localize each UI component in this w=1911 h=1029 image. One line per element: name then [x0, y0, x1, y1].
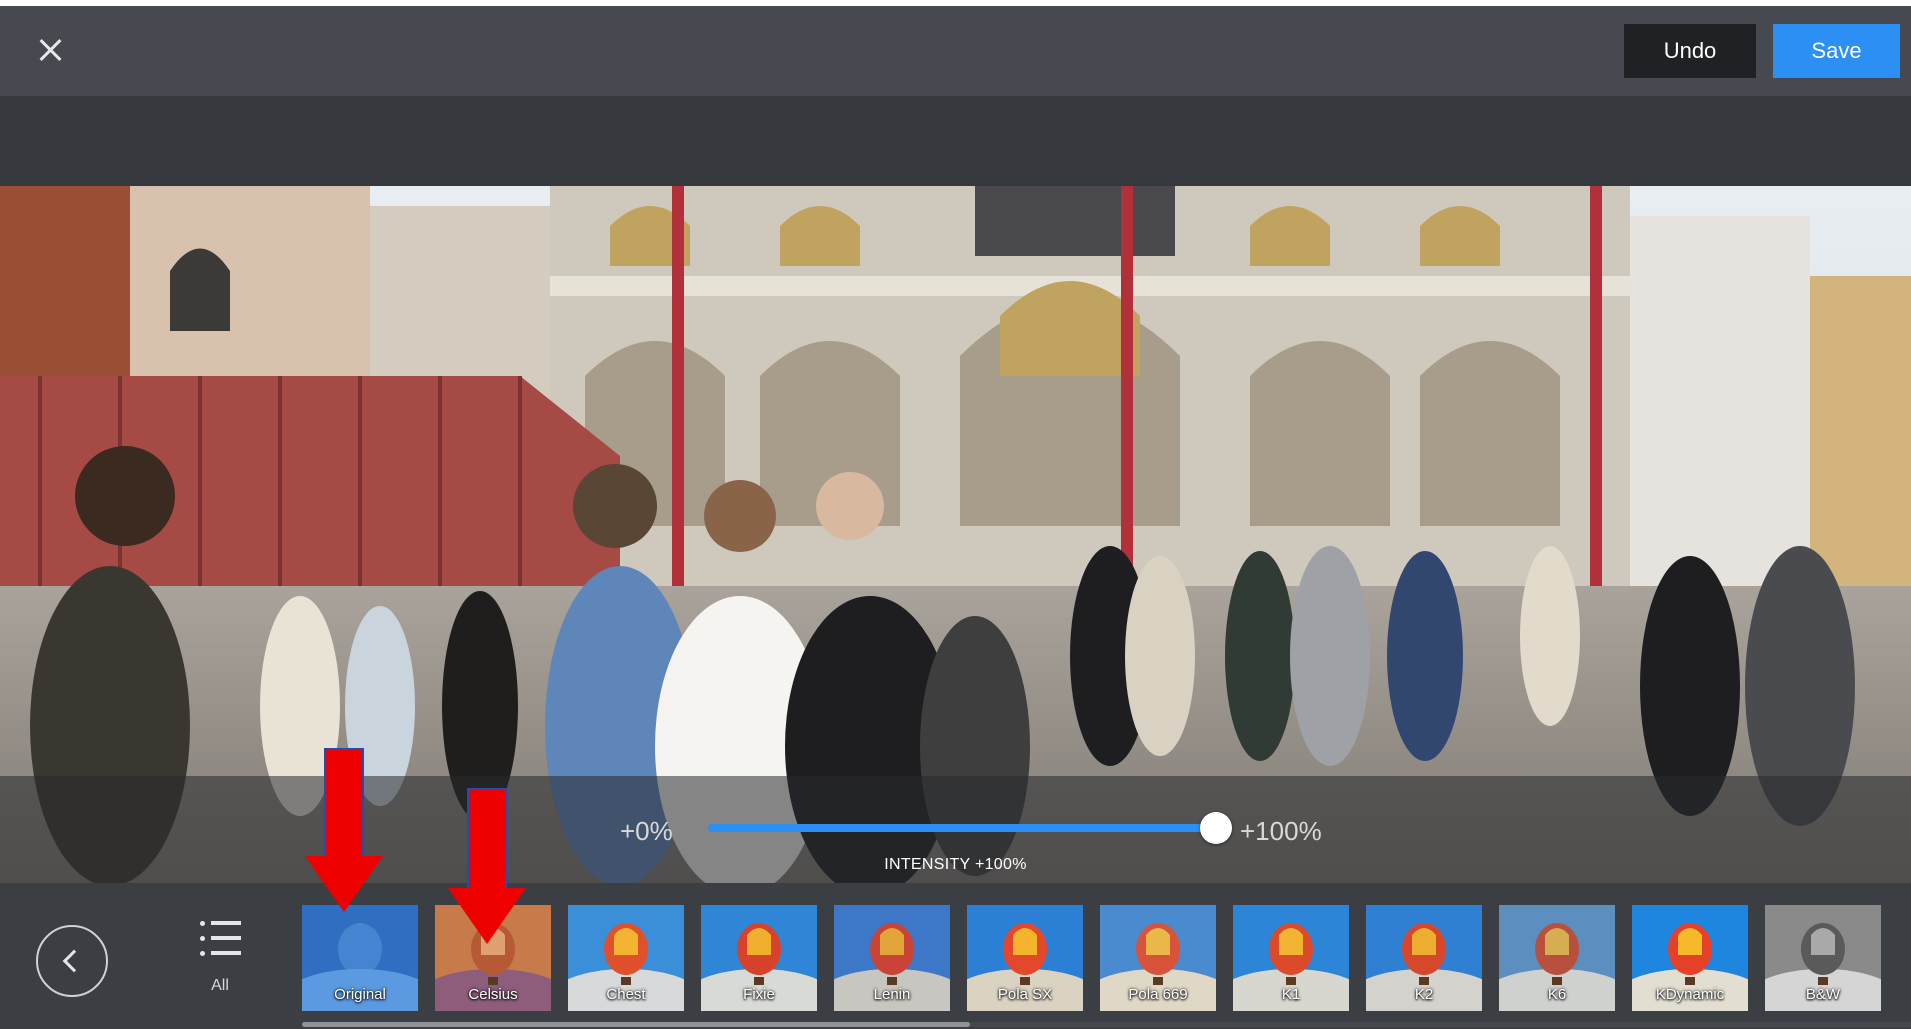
filter-strip-scroll-thumb[interactable] [302, 1022, 970, 1027]
intensity-slider-thumb[interactable] [1200, 812, 1232, 844]
save-button[interactable]: Save [1773, 24, 1900, 78]
canvas-background [0, 96, 1911, 186]
intensity-slider[interactable] [708, 824, 1216, 832]
filter-label: B&W [1805, 986, 1841, 1003]
filter-thumbnail[interactable]: Pola 669 [1100, 905, 1216, 1011]
filter-thumbnail[interactable]: Lenin [834, 905, 950, 1011]
filter-label: Fixie [743, 986, 775, 1003]
close-icon[interactable] [28, 28, 72, 72]
filter-label: K1 [1281, 986, 1301, 1003]
filter-thumbnail[interactable]: KDynamic [1632, 905, 1748, 1011]
filter-strip: Original Celsius Chest Fixie Lenin Pola SX Pol… [302, 905, 1911, 1015]
all-filters-label: All [211, 977, 229, 994]
filter-label: Original [334, 986, 386, 1003]
list-icon [200, 919, 242, 959]
top-toolbar: Undo Save [0, 6, 1911, 96]
filter-label: Celsius [468, 986, 518, 1003]
filter-thumbnail[interactable]: Original [302, 905, 418, 1011]
intensity-value-label: INTENSITY +100% [884, 856, 1027, 873]
filter-thumbnail[interactable]: K6 [1499, 905, 1615, 1011]
filter-thumbnail[interactable]: Fixie [701, 905, 817, 1011]
filter-label: K2 [1414, 986, 1434, 1003]
filter-label: K6 [1547, 986, 1567, 1003]
intensity-min-label: +0% [620, 816, 673, 846]
filter-label: Lenin [873, 986, 911, 1003]
filter-thumbnail[interactable]: Chest [568, 905, 684, 1011]
filter-strip-scrollbar[interactable] [302, 1022, 1911, 1027]
all-filters-button[interactable]: All [192, 919, 248, 999]
photo-editor-window: Undo Save +0% +100% INTENSITY +100% All … [0, 6, 1911, 1029]
filter-thumbnail[interactable]: B&W [1765, 905, 1881, 1011]
filter-label: Chest [606, 986, 646, 1003]
filter-label: Pola 669 [1128, 986, 1188, 1003]
filter-thumbnail[interactable]: K1 [1233, 905, 1349, 1011]
intensity-control: +0% +100% INTENSITY +100% [0, 776, 1911, 883]
intensity-slider-fill [708, 824, 1216, 832]
intensity-max-label: +100% [1240, 816, 1322, 846]
filter-thumbnail[interactable]: Pola SX [967, 905, 1083, 1011]
undo-button[interactable]: Undo [1624, 24, 1756, 78]
filter-label: Pola SX [997, 986, 1053, 1003]
chevron-left-icon [62, 949, 86, 973]
filter-label: KDynamic [1655, 986, 1725, 1003]
back-button[interactable] [36, 925, 108, 997]
filter-thumbnail[interactable]: K2 [1366, 905, 1482, 1011]
filter-panel: All Original Celsius Chest Fixie Lenin Pola S… [0, 883, 1911, 1029]
